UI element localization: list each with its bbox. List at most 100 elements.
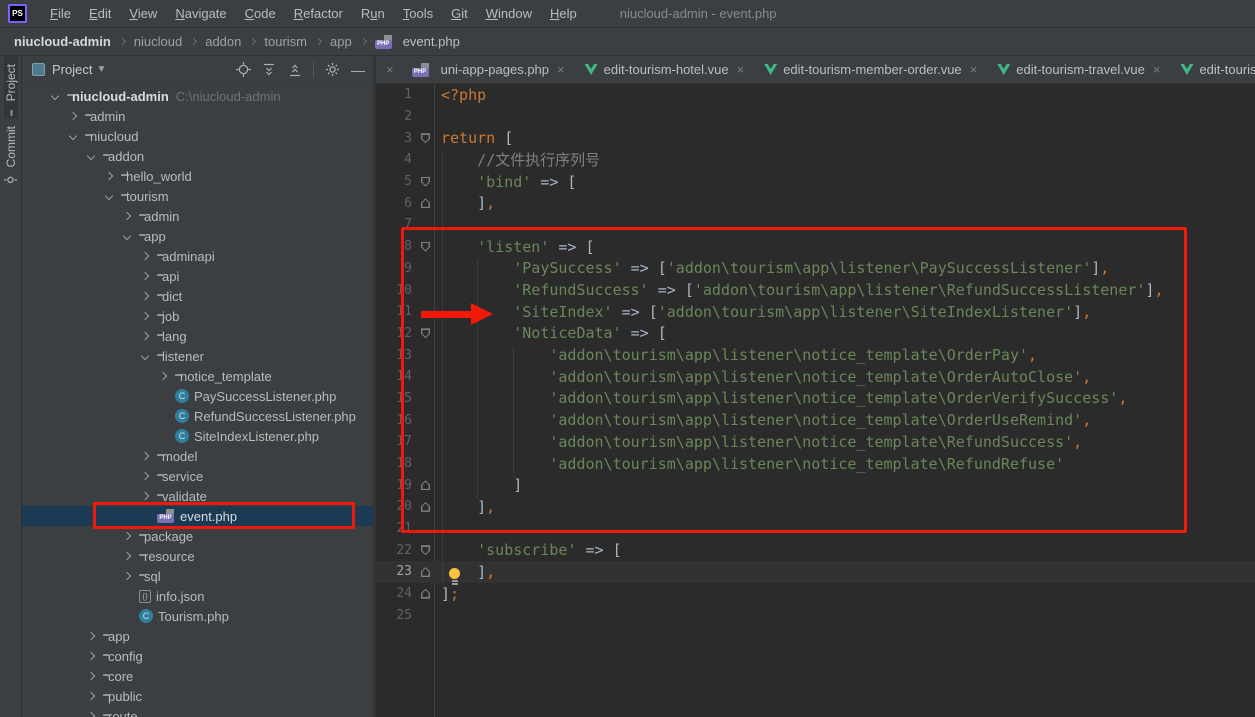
breadcrumb-item-event.php[interactable]: PHP event.php [371,32,464,51]
editor-tab-edit-tourism-member-order-vue[interactable]: edit-tourism-member-order.vue × [754,56,987,83]
tree-item-app[interactable]: app [22,226,373,246]
line-number[interactable]: 13 [376,348,412,363]
line-number[interactable]: 17 [376,434,412,449]
tree-item-job[interactable]: job [22,306,373,326]
line-number[interactable]: 9 [376,261,412,276]
fold-end-icon[interactable] [421,480,430,491]
line-number[interactable]: 2 [376,109,412,124]
chevron-down-icon[interactable]: ▼ [96,64,106,75]
tree-item-niucloud[interactable]: niucloud [22,126,373,146]
line-number[interactable]: 1 [376,87,412,102]
code-line-25[interactable]: 25 [376,605,1255,627]
line-number[interactable]: 22 [376,543,412,558]
line-number[interactable]: 11 [376,304,412,319]
tree-item-validate[interactable]: validate [22,486,373,506]
chevron-expanded-icon[interactable] [86,151,96,161]
chevron-collapsed-icon[interactable] [158,371,168,381]
tree-item-config[interactable]: config [22,646,373,666]
tree-item-info.json[interactable]: {} info.json [22,586,373,606]
code-line-18[interactable]: 18 'addon\tourism\app\listener\notice_te… [376,453,1255,475]
menu-item-help[interactable]: Help [541,3,586,24]
chevron-collapsed-icon[interactable] [86,651,96,661]
project-panel-title[interactable]: Project [52,62,92,77]
line-number[interactable]: 3 [376,131,412,146]
chevron-collapsed-icon[interactable] [122,551,132,561]
chevron-collapsed-icon[interactable] [86,671,96,681]
tree-item-niucloud-admin[interactable]: niucloud-admin C:\niucloud-admin [22,86,373,106]
menu-item-edit[interactable]: Edit [80,3,120,24]
stripe-tab-project[interactable]: Project [3,56,18,119]
menu-item-window[interactable]: Window [477,3,541,24]
expand-all-button[interactable] [258,59,280,81]
chevron-expanded-icon[interactable] [50,91,60,101]
code-line-16[interactable]: 16 'addon\tourism\app\listener\notice_te… [376,409,1255,431]
fold-start-icon[interactable] [421,241,430,252]
menu-item-file[interactable]: File [41,3,80,24]
stray-tab-close-icon[interactable]: × [376,62,402,77]
chevron-expanded-icon[interactable] [104,191,114,201]
chevron-collapsed-icon[interactable] [122,571,132,581]
tree-item-SiteIndexListener.php[interactable]: C SiteIndexListener.php [22,426,373,446]
menu-item-tools[interactable]: Tools [394,3,442,24]
chevron-collapsed-icon[interactable] [140,291,150,301]
code-line-14[interactable]: 14 'addon\tourism\app\listener\notice_te… [376,366,1255,388]
line-number[interactable]: 19 [376,478,412,493]
breadcrumb-item-app[interactable]: app [326,32,356,51]
editor-tab-uni-app-pages-php[interactable]: PHP uni-app-pages.php × [402,56,575,83]
fold-start-icon[interactable] [421,328,430,339]
chevron-collapsed-icon[interactable] [140,491,150,501]
line-number[interactable]: 24 [376,586,412,601]
chevron-collapsed-icon[interactable] [122,531,132,541]
menu-item-refactor[interactable]: Refactor [285,3,352,24]
code-line-22[interactable]: 22 'subscribe' => [ [376,539,1255,561]
chevron-expanded-icon[interactable] [68,131,78,141]
tree-item-lang[interactable]: lang [22,326,373,346]
tree-item-RefundSuccessListener.php[interactable]: C RefundSuccessListener.php [22,406,373,426]
fold-end-icon[interactable] [421,198,430,209]
code-line-19[interactable]: 19 ] [376,474,1255,496]
chevron-expanded-icon[interactable] [122,231,132,241]
fold-end-icon[interactable] [421,588,430,599]
tree-item-package[interactable]: package [22,526,373,546]
code-line-10[interactable]: 10 'RefundSuccess' => ['addon\tourism\ap… [376,279,1255,301]
tree-item-addon[interactable]: addon [22,146,373,166]
line-number[interactable]: 20 [376,499,412,514]
chevron-collapsed-icon[interactable] [86,631,96,641]
code-line-8[interactable]: 8 'listen' => [ [376,236,1255,258]
code-line-17[interactable]: 17 'addon\tourism\app\listener\notice_te… [376,431,1255,453]
line-number[interactable]: 7 [376,217,412,232]
editor-tab-edit-tourism-[interactable]: edit-tourism- [1170,56,1255,83]
line-number[interactable]: 8 [376,239,412,254]
menu-item-view[interactable]: View [120,3,166,24]
tab-close-icon[interactable]: × [970,62,978,77]
line-number[interactable]: 21 [376,521,412,536]
fold-end-icon[interactable] [421,501,430,512]
breadcrumb-item-tourism[interactable]: tourism [260,32,311,51]
line-number[interactable]: 25 [376,608,412,623]
editor-tab-edit-tourism-travel-vue[interactable]: edit-tourism-travel.vue × [987,56,1170,83]
code-line-3[interactable]: 3 return [ [376,127,1255,149]
tree-item-PaySuccessListener.php[interactable]: C PaySuccessListener.php [22,386,373,406]
code-line-24[interactable]: 24]; [376,583,1255,605]
tree-item-listener[interactable]: listener [22,346,373,366]
menu-item-navigate[interactable]: Navigate [166,3,235,24]
chevron-collapsed-icon[interactable] [86,711,96,717]
code-line-9[interactable]: 9 'PaySuccess' => ['addon\tourism\app\li… [376,258,1255,280]
breadcrumb-item-niucloud[interactable]: niucloud [130,32,186,51]
chevron-collapsed-icon[interactable] [122,211,132,221]
code-line-15[interactable]: 15 'addon\tourism\app\listener\notice_te… [376,388,1255,410]
chevron-collapsed-icon[interactable] [104,171,114,181]
code-line-1[interactable]: 1 <?php [376,84,1255,106]
chevron-expanded-icon[interactable] [140,351,150,361]
tree-item-tourism[interactable]: tourism [22,186,373,206]
line-number[interactable]: 23 [376,564,412,579]
hide-panel-button[interactable]: — [347,59,369,81]
tree-item-dict[interactable]: dict [22,286,373,306]
chevron-collapsed-icon[interactable] [140,331,150,341]
tree-item-public[interactable]: public [22,686,373,706]
menu-item-code[interactable]: Code [236,3,285,24]
tree-item-core[interactable]: core [22,666,373,686]
tree-item-admin[interactable]: admin [22,106,373,126]
editor-tab-edit-tourism-hotel-vue[interactable]: edit-tourism-hotel.vue × [575,56,755,83]
chevron-collapsed-icon[interactable] [86,691,96,701]
